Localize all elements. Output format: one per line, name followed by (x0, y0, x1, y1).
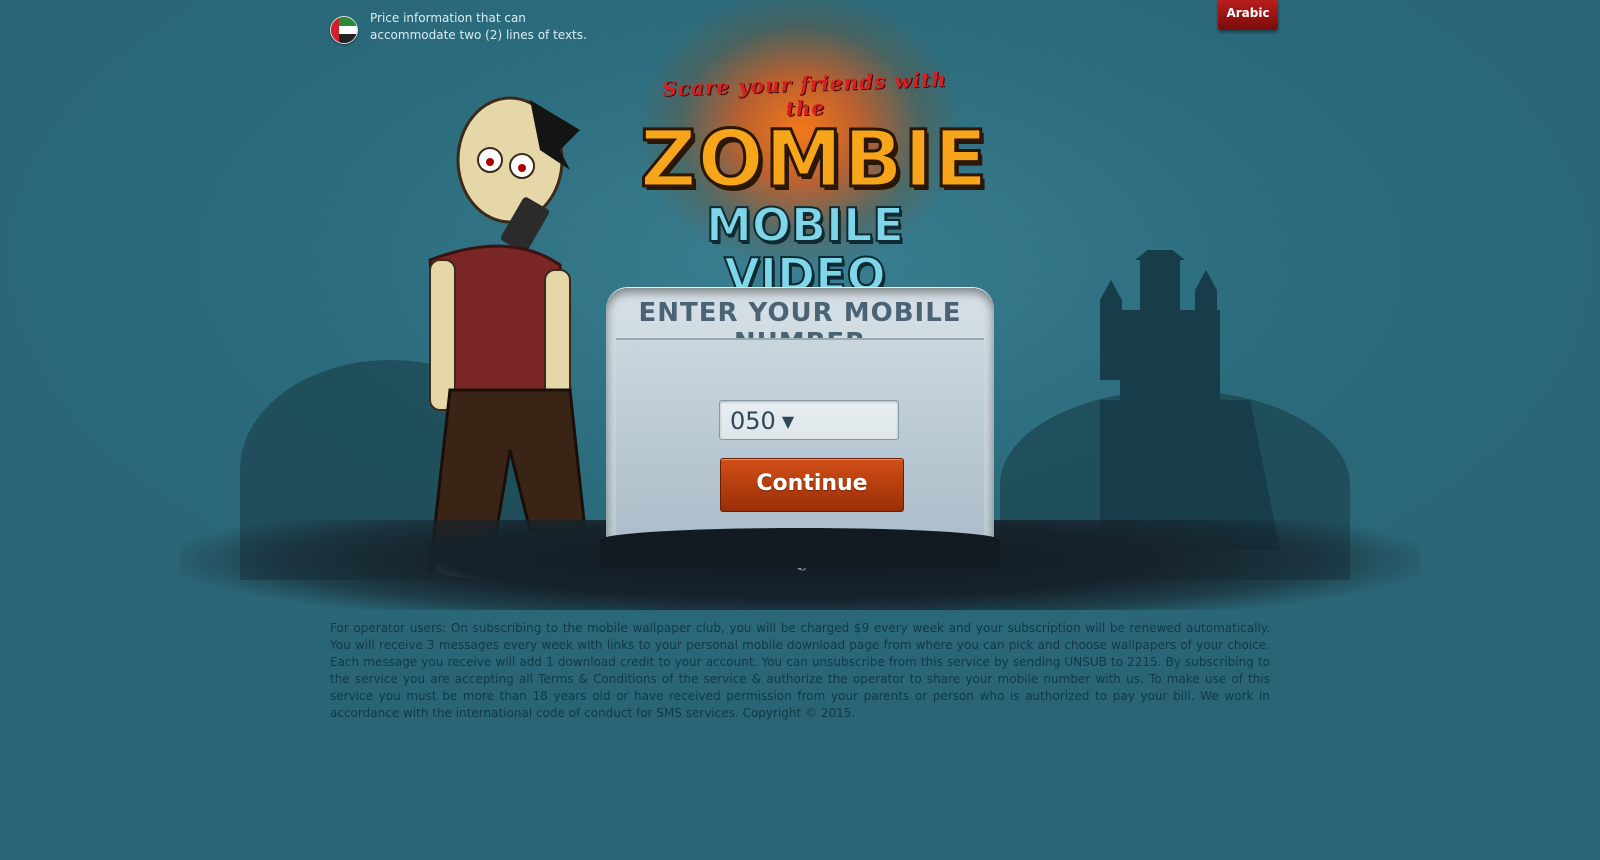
prefix-value: 050 (730, 407, 776, 435)
logo-title: ZOMBIE (639, 115, 989, 205)
terms-disclaimer: For operator users: On subscribing to th… (330, 621, 1270, 720)
castle-silhouette (1100, 250, 1280, 550)
form-panel: 050▼ Continue ❦ (616, 338, 984, 577)
logo: Scare your friends with the ZOMBIE MOBIL… (639, 67, 989, 301)
uae-flag-icon (330, 16, 358, 44)
prefix-select[interactable]: 050 ▼ (719, 400, 899, 440)
price-info: Price information that can accommodate t… (330, 10, 590, 44)
continue-button[interactable]: Continue (720, 458, 904, 512)
chevron-down-icon: ▼ (781, 412, 795, 431)
signup-card: Enter your mobile number 050▼ Continue ❦ (606, 288, 994, 577)
language-button[interactable]: Arabic (1218, 0, 1278, 30)
grass-silhouette (600, 528, 1000, 568)
zombie-character-illustration (428, 96, 587, 578)
price-info-text: Price information that can accommodate t… (370, 11, 587, 42)
logo-subtitle: MOBILE VIDEO (705, 198, 905, 302)
